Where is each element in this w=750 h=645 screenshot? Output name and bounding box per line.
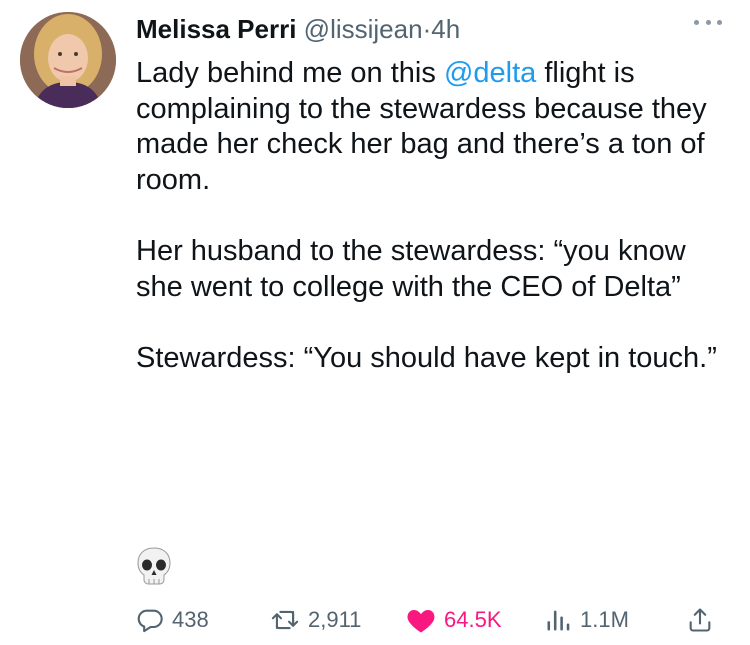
retweet-icon (270, 606, 300, 634)
tweet-text-part: Lady behind me on this (136, 57, 444, 89)
views-icon (544, 606, 572, 634)
skull-emoji (136, 546, 172, 586)
reply-count: 438 (172, 607, 209, 632)
retweet-count: 2,911 (308, 607, 362, 632)
heart-icon (406, 606, 436, 634)
like-count: 64.5K (444, 607, 502, 632)
timestamp[interactable]: 4h (431, 14, 460, 44)
author-name[interactable]: Melissa Perri (136, 14, 296, 44)
views-button[interactable]: 1.1M (544, 602, 629, 638)
author-handle[interactable]: @lissijean (304, 14, 423, 44)
tweet-paragraph-3: Stewardess: “You should have kept in tou… (136, 342, 717, 374)
mention-link[interactable]: @delta (444, 57, 536, 89)
avatar[interactable] (20, 12, 116, 108)
share-icon (686, 606, 714, 634)
tweet-paragraph-1: Lady behind me on this @delta flight is … (136, 56, 726, 198)
more-icon[interactable] (694, 18, 722, 26)
tweet-paragraph-2: Her husband to the stewardess: “you know… (136, 235, 686, 303)
separator-dot: · (422, 14, 432, 44)
tweet-text: Lady behind me on this @delta flight is … (136, 56, 726, 377)
share-button[interactable] (686, 602, 714, 638)
retweet-button[interactable]: 2,911 (270, 602, 361, 638)
reply-button[interactable]: 438 (136, 602, 209, 638)
views-count: 1.1M (580, 607, 629, 632)
tweet-header: Melissa Perri @lissijean·4h (136, 14, 460, 44)
tweet-actions: 438 2,911 64.5K 1.1M (136, 602, 726, 638)
like-button[interactable]: 64.5K (406, 602, 502, 638)
reply-icon (136, 606, 164, 634)
